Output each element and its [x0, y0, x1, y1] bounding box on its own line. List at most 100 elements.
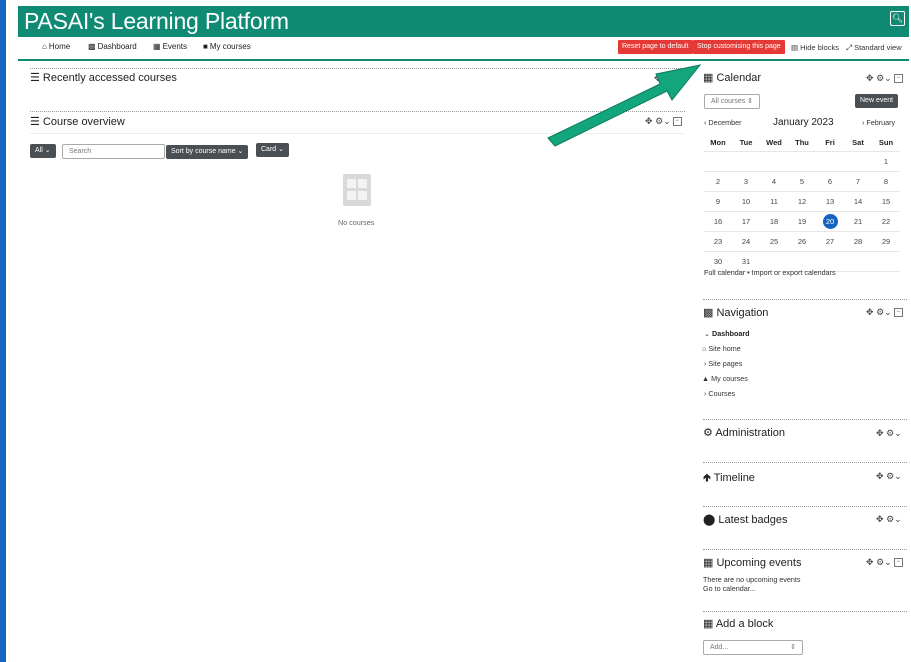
calendar-day-cell[interactable]: 25 — [760, 231, 788, 252]
calendar-day-cell — [704, 151, 732, 172]
reset-page-button[interactable]: Reset page to default — [618, 40, 693, 54]
calendar-day-cell[interactable]: 6 — [816, 171, 844, 192]
nav-home[interactable]: ⌂ Home — [42, 42, 70, 51]
nav-tree-site-home[interactable]: ⌂ Site home — [702, 344, 741, 353]
move-icon: ✥ — [866, 307, 874, 317]
stop-customising-button[interactable]: Stop customising this page — [693, 40, 785, 54]
nav-dashboard[interactable]: ▩ Dashboard — [88, 42, 137, 51]
chevron-down-icon: ⌄ — [894, 428, 902, 438]
calendar-day-cell — [816, 151, 844, 172]
calendar-day-number: 3 — [743, 177, 749, 186]
calendar-day-cell[interactable]: 2 — [704, 171, 732, 192]
calendar-day-cell[interactable]: 26 — [788, 231, 816, 252]
nav-tree-my-courses[interactable]: ▲ My courses — [702, 374, 748, 383]
calendar-day-number: 24 — [741, 237, 751, 246]
divider — [703, 611, 907, 612]
calendar-day-cell[interactable]: 24 — [732, 231, 760, 252]
site-title[interactable]: PASAI's Learning Platform — [24, 6, 289, 37]
chevron-down-icon: ⌄ — [894, 471, 902, 481]
search-input[interactable]: Search — [62, 144, 165, 159]
prev-month-link[interactable]: ‹ December — [704, 118, 742, 127]
calendar-day-cell[interactable]: 15 — [872, 191, 900, 212]
standard-view-label: Standard view — [854, 43, 902, 52]
calendar-header: ▦ Calendar — [703, 71, 761, 84]
calendar-day-cell[interactable]: 28 — [844, 231, 872, 252]
calendar-day-cell[interactable]: 14 — [844, 191, 872, 212]
calendar-title: Calendar — [716, 72, 762, 84]
move-icon: ✥ — [876, 428, 884, 438]
chevron-down-icon: ⌄ — [884, 557, 892, 567]
calendar-day-cell[interactable]: 9 — [704, 191, 732, 212]
next-month-label: February — [866, 118, 896, 127]
full-calendar-link[interactable]: Full calendar — [704, 268, 745, 277]
grid-icon: ▦ — [703, 618, 716, 630]
calendar-day-cell[interactable]: 22 — [872, 211, 900, 232]
calendar-day-cell[interactable]: 20 — [816, 211, 844, 232]
calendar-day-cell[interactable]: 27 — [816, 231, 844, 252]
annotation-arrow — [547, 64, 702, 147]
hide-blocks-button[interactable]: ▤ Hide blocks — [791, 43, 839, 52]
sort-dropdown[interactable]: Sort by course name ⌄ — [166, 145, 249, 159]
calendar-day-cell[interactable]: 5 — [788, 171, 816, 192]
timeline-header: 🢁 Timeline — [703, 469, 755, 488]
collapse-icon: − — [893, 74, 903, 84]
block-controls[interactable]: ✥ ⚙⌄ — [876, 471, 902, 482]
block-controls[interactable]: ✥ ⚙⌄ — [876, 514, 902, 525]
calendar-day-cell[interactable]: 10 — [732, 191, 760, 212]
filter-all-dropdown[interactable]: All ⌄ — [30, 144, 56, 158]
calendar-day-cell[interactable]: 8 — [872, 171, 900, 192]
nav-events[interactable]: ▦ Events — [153, 42, 187, 51]
calendar-day-cell[interactable]: 4 — [760, 171, 788, 192]
calendar-day-number: 19 — [797, 217, 807, 226]
calendar-week-row: 9 10 11 12 13 14 15 — [704, 191, 900, 212]
new-event-button[interactable]: New event — [855, 94, 899, 108]
calendar-day-cell[interactable]: 18 — [760, 211, 788, 232]
dashboard-icon: ▩ — [88, 42, 96, 51]
add-block-header: ▦ Add a block — [703, 617, 773, 630]
divider — [703, 549, 907, 550]
export-calendar-link[interactable]: Import or export calendars — [752, 268, 836, 277]
calendar-day-cell[interactable]: 12 — [788, 191, 816, 212]
go-to-calendar-link[interactable]: Go to calendar... — [703, 584, 756, 593]
briefcase-icon: ■ — [203, 42, 208, 51]
no-courses-text: No courses — [338, 218, 375, 227]
nav-tree-courses[interactable]: › Courses — [704, 389, 735, 398]
timeline-title: Timeline — [713, 472, 755, 484]
nav-home-label: Home — [48, 42, 71, 51]
add-block-select[interactable]: Add... ⇕ — [703, 640, 803, 655]
block-controls[interactable]: ✥ ⚙⌄ — [876, 428, 902, 439]
day-header: Tue — [732, 133, 760, 152]
day-header: Thu — [788, 133, 816, 152]
search-icon[interactable]: 🔍︎ — [890, 11, 905, 26]
nav-tree-site-pages[interactable]: › Site pages — [704, 359, 742, 368]
course-overview-title: Course overview — [42, 116, 125, 128]
calendar-course-select[interactable]: All courses ⇕ — [704, 94, 760, 109]
nav-tree-label: Dashboard — [712, 329, 750, 338]
next-month-link[interactable]: › February — [862, 118, 895, 127]
nav-tree-dashboard[interactable]: ⌄ Dashboard — [704, 329, 750, 338]
standard-view-button[interactable]: ⤢ Standard view — [846, 43, 902, 53]
calendar-day-number: 29 — [881, 237, 891, 246]
calendar-day-cell[interactable]: 19 — [788, 211, 816, 232]
calendar-day-cell[interactable]: 13 — [816, 191, 844, 212]
calendar-day-cell[interactable]: 3 — [732, 171, 760, 192]
block-controls[interactable]: ✥ ⚙⌄ − — [866, 557, 903, 568]
navigation-header: ▩ Navigation — [703, 306, 768, 319]
calendar-day-cell[interactable]: 29 — [872, 231, 900, 252]
nav-my-courses-label: My courses — [209, 42, 251, 51]
calendar-day-cell[interactable]: 11 — [760, 191, 788, 212]
calendar-day-number: 21 — [853, 217, 863, 226]
calendar-day-cell[interactable]: 21 — [844, 211, 872, 232]
upcoming-header: ▦ Upcoming events — [703, 556, 801, 569]
block-controls[interactable]: ✥ ⚙⌄ − — [866, 73, 903, 84]
calendar-day-cell[interactable]: 16 — [704, 211, 732, 232]
nav-my-courses[interactable]: ■ My courses — [203, 42, 251, 51]
calendar-day-cell[interactable]: 1 — [872, 151, 900, 172]
menu-icon: ☰ — [30, 72, 43, 84]
calendar-day-cell[interactable]: 23 — [704, 231, 732, 252]
block-controls[interactable]: ✥ ⚙⌄ − — [866, 307, 903, 318]
calendar-day-cell[interactable]: 7 — [844, 171, 872, 192]
move-icon: ✥ — [876, 514, 884, 524]
view-dropdown[interactable]: Card ⌄ — [256, 143, 289, 157]
calendar-day-cell[interactable]: 17 — [732, 211, 760, 232]
